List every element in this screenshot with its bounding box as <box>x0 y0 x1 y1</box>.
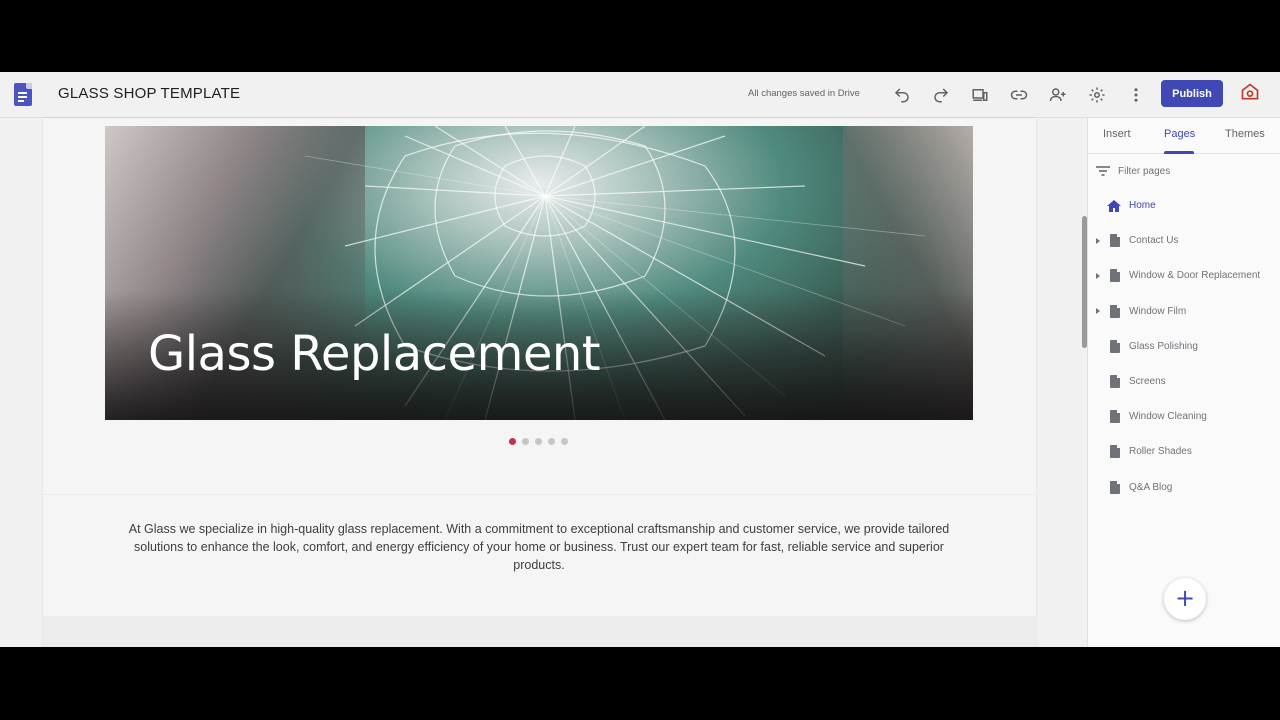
page-label: Glass Polishing <box>1129 340 1198 352</box>
tab-insert[interactable]: Insert <box>1103 128 1131 140</box>
share-icon[interactable] <box>1047 84 1069 106</box>
page-label: Window & Door Replacement <box>1129 270 1261 282</box>
top-app-bar: GLASS SHOP TEMPLATE All changes saved in… <box>0 72 1280 118</box>
page-label: Window Cleaning <box>1129 411 1207 423</box>
editor-canvas: Glass Replacement At Glass we specialize… <box>0 118 1087 647</box>
carousel-indicators <box>509 438 568 445</box>
sites-logo-icon[interactable] <box>14 83 32 106</box>
page-item-window-cleaning[interactable]: Window Cleaning <box>1088 399 1280 434</box>
undo-icon[interactable] <box>891 84 913 106</box>
filter-icon <box>1096 166 1110 176</box>
home-icon <box>1107 199 1121 212</box>
active-tab-indicator <box>1164 151 1194 154</box>
editor-window: GLASS SHOP TEMPLATE All changes saved in… <box>0 72 1280 647</box>
page-item-screens[interactable]: Screens <box>1088 364 1280 399</box>
page-icon <box>1110 304 1120 318</box>
site-title[interactable]: GLASS SHOP TEMPLATE <box>58 85 240 102</box>
panel-tabs: Insert Pages Themes <box>1088 118 1280 154</box>
page-item-home[interactable]: Home <box>1088 188 1280 223</box>
page-item-roller-shades[interactable]: Roller Shades <box>1088 434 1280 469</box>
intro-text-box[interactable]: At Glass we specialize in high-quality g… <box>119 520 959 574</box>
page-label: Roller Shades <box>1129 446 1192 458</box>
page-item-window-door-replacement[interactable]: Window & Door Replacement <box>1088 258 1280 293</box>
page-item-glass-polishing[interactable]: Glass Polishing <box>1088 329 1280 364</box>
more-vert-icon[interactable] <box>1125 84 1147 106</box>
settings-icon[interactable] <box>1086 84 1108 106</box>
save-status: All changes saved in Drive <box>748 88 860 99</box>
hero-title[interactable]: Glass Replacement <box>148 326 601 382</box>
next-section[interactable] <box>43 616 1036 647</box>
expand-caret-icon[interactable] <box>1096 308 1100 315</box>
tab-pages[interactable]: Pages <box>1164 128 1195 140</box>
link-icon[interactable] <box>1008 84 1030 106</box>
page-label: Home <box>1129 200 1156 212</box>
page-item-qa-blog[interactable]: Q&A Blog <box>1088 470 1280 505</box>
carousel-dot-3[interactable] <box>535 438 542 445</box>
page-item-window-film[interactable]: Window Film <box>1088 294 1280 329</box>
section-divider <box>43 494 1036 495</box>
page-label: Screens <box>1129 376 1166 388</box>
page-label: Window Film <box>1129 305 1187 317</box>
expand-caret-icon[interactable] <box>1096 272 1100 279</box>
add-page-button[interactable]: + <box>1164 578 1206 620</box>
carousel-dot-5[interactable] <box>561 438 568 445</box>
right-side-panel: Insert Pages Themes Home Contact Us <box>1087 118 1280 647</box>
page-icon <box>1110 339 1120 353</box>
carousel-dot-2[interactable] <box>522 438 529 445</box>
page-label: Q&A Blog <box>1129 481 1173 493</box>
page-icon <box>1110 375 1120 389</box>
filter-pages <box>1096 162 1276 180</box>
page-icon <box>1110 445 1120 459</box>
page-icon <box>1110 480 1120 494</box>
pages-list: Home Contact Us Window & Door Replacemen… <box>1088 188 1280 505</box>
page-icon <box>1110 269 1120 283</box>
publish-button[interactable]: Publish <box>1161 80 1223 107</box>
page-icon <box>1110 410 1120 424</box>
carousel-dot-4[interactable] <box>548 438 555 445</box>
preview-devices-icon[interactable] <box>969 84 991 106</box>
page-item-contact-us[interactable]: Contact Us <box>1088 223 1280 258</box>
filter-pages-input[interactable] <box>1118 165 1258 177</box>
hero-carousel[interactable]: Glass Replacement <box>105 126 973 420</box>
expand-caret-icon[interactable] <box>1096 237 1100 244</box>
carousel-dot-1[interactable] <box>509 438 516 445</box>
tab-themes[interactable]: Themes <box>1225 128 1265 140</box>
page-label: Contact Us <box>1129 235 1179 247</box>
page-icon <box>1110 234 1120 248</box>
site-page: Glass Replacement At Glass we specialize… <box>43 118 1036 647</box>
redo-icon[interactable] <box>930 84 952 106</box>
view-site-icon[interactable] <box>1240 82 1260 102</box>
